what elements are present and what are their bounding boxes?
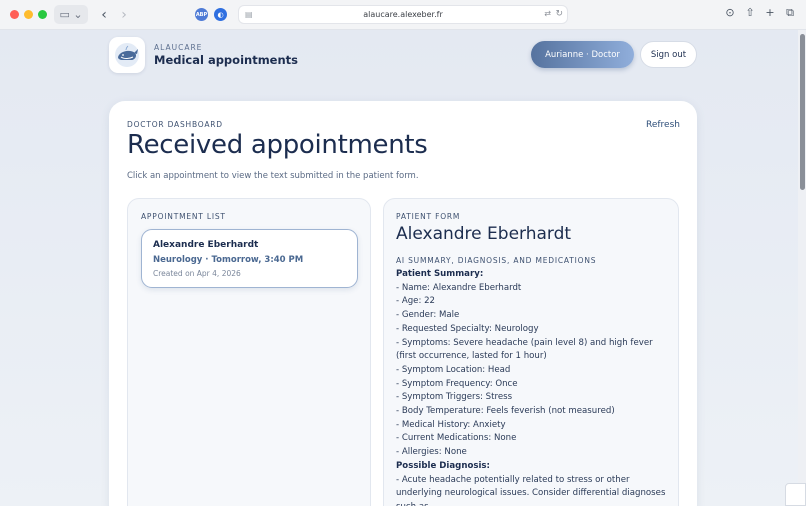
appointment-specialty-time: Neurology · Tomorrow, 3:40 PM — [153, 255, 304, 265]
ai-summary-text: Patient Summary: - Name: Alexandre Eberh… — [396, 268, 671, 506]
scrollbar-thumb[interactable] — [800, 34, 805, 190]
new-tab-button[interactable]: + — [763, 6, 777, 19]
summary-line: - Age: 22 — [396, 296, 436, 307]
chevron-right-icon: › — [121, 6, 127, 23]
tab-overview-button[interactable]: ⧉ — [783, 6, 797, 20]
url-text: alaucare.alexeber.fr — [363, 10, 443, 19]
page-title: Received appointments — [127, 130, 428, 160]
patient-form-heading: PATIENT FORM — [396, 212, 461, 221]
forward-button[interactable]: › — [116, 5, 132, 24]
appointment-list-heading: APPOINTMENT LIST — [141, 212, 226, 221]
summary-line: - Symptom Frequency: Once — [396, 378, 518, 389]
summary-heading: Patient Summary: — [396, 269, 484, 279]
whale-logo-icon — [115, 43, 139, 67]
plus-icon: + — [765, 6, 775, 19]
summary-line: - Gender: Male — [396, 310, 460, 321]
page-icon: ▤ — [245, 10, 253, 19]
diagnosis-line: - Acute headache potentially related to … — [396, 474, 666, 506]
appointment-patient-name: Alexandre Eberhardt — [153, 240, 259, 250]
summary-line: - Symptom Location: Head — [396, 364, 511, 375]
shield-icon: ◐ — [217, 10, 224, 19]
summary-line: - Medical History: Anxiety — [396, 419, 506, 430]
dashboard-eyebrow: DOCTOR DASHBOARD — [127, 120, 223, 129]
downloads-button[interactable]: ⊙ — [723, 6, 737, 19]
appointment-list-item[interactable]: Alexandre Eberhardt Neurology · Tomorrow… — [141, 229, 358, 288]
browser-toolbar: ▭ ⌄ ‹ › ABP ◐ ▤ alaucare.alexeber.fr ⇄ ↻… — [0, 0, 806, 30]
summary-line: - Allergies: None — [396, 447, 467, 458]
back-button[interactable]: ‹ — [96, 5, 112, 24]
download-icon: ⊙ — [725, 6, 735, 19]
sidebar-icon: ▭ ⌄ — [59, 8, 83, 21]
address-bar[interactable]: ▤ alaucare.alexeber.fr ⇄ ↻ — [238, 5, 568, 24]
share-button[interactable]: ⇧ — [743, 6, 757, 19]
appointment-created-date: Created on Apr 4, 2026 — [153, 269, 241, 278]
sidebar-toggle-button[interactable]: ▭ ⌄ — [54, 5, 88, 24]
brand-title: Medical appointments — [154, 53, 299, 67]
sign-out-button[interactable]: Sign out — [640, 41, 697, 68]
chevron-left-icon: ‹ — [101, 6, 107, 23]
adblock-badge: ABP — [195, 11, 208, 18]
summary-line: - Current Medications: None — [396, 433, 517, 444]
adblock-extension-button[interactable]: ABP — [195, 8, 208, 21]
zoom-window-button[interactable] — [38, 10, 47, 19]
share-icon: ⇧ — [745, 6, 755, 19]
summary-line: - Name: Alexandre Eberhardt — [396, 282, 522, 293]
tabs-icon: ⧉ — [786, 6, 794, 19]
minimize-window-button[interactable] — [24, 10, 33, 19]
shield-extension-button[interactable]: ◐ — [214, 8, 227, 21]
diagnosis-heading: Possible Diagnosis: — [396, 460, 490, 471]
patient-name: Alexandre Eberhardt — [396, 224, 572, 244]
refresh-button[interactable]: Refresh — [646, 120, 680, 130]
summary-line: - Requested Specialty: Neurology — [396, 323, 539, 334]
ai-summary-heading: AI SUMMARY, DIAGNOSIS, AND MEDICATIONS — [396, 256, 597, 265]
summary-line: - Body Temperature: Feels feverish (not … — [396, 406, 615, 417]
reload-icon[interactable]: ↻ — [555, 9, 563, 19]
translate-icon[interactable]: ⇄ — [544, 9, 551, 18]
brand-eyebrow: ALAUCARE — [154, 43, 203, 52]
summary-line: - Symptom Triggers: Stress — [396, 392, 513, 403]
corner-widget[interactable] — [785, 483, 806, 506]
user-role-pill[interactable]: Aurianne · Doctor — [531, 41, 634, 68]
summary-line: - Symptoms: Severe headache (pain level … — [396, 337, 653, 362]
page-subtitle: Click an appointment to view the text su… — [127, 171, 419, 181]
app-logo — [109, 37, 145, 73]
close-window-button[interactable] — [10, 10, 19, 19]
